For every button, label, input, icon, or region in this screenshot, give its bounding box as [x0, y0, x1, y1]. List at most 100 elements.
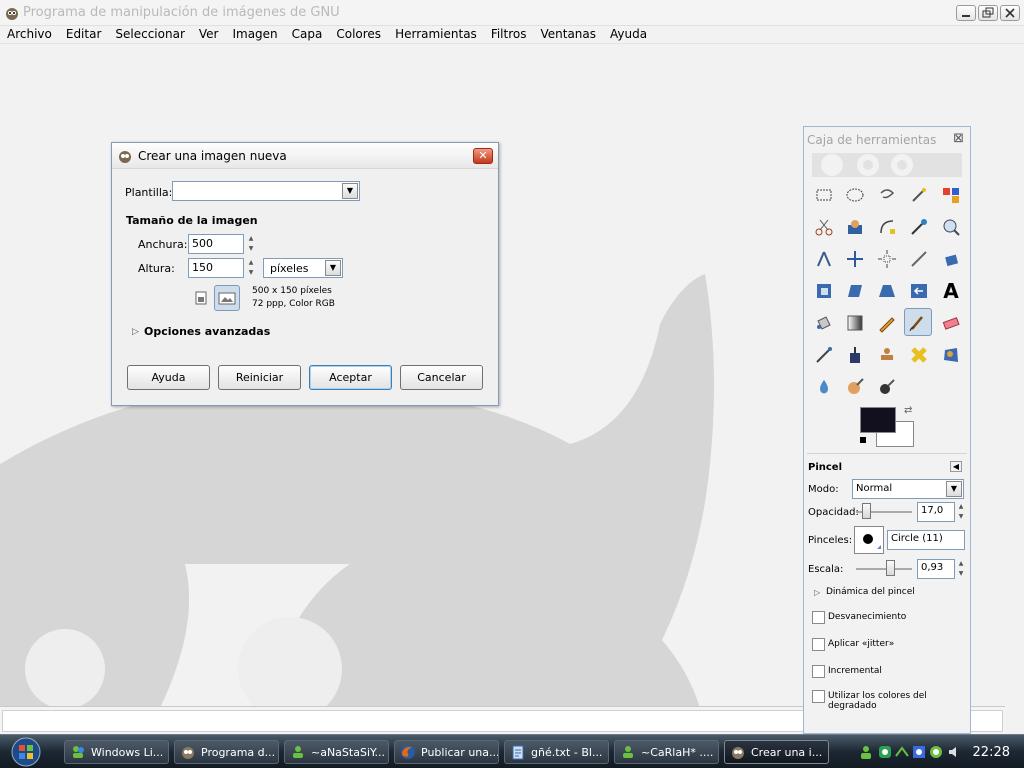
taskbar-item-chat-anastasiy[interactable]: ~aNaStaSiY...	[284, 740, 389, 764]
clone-tool[interactable]	[873, 341, 901, 369]
rect-select-tool[interactable]	[810, 181, 838, 209]
scale-tool[interactable]	[810, 277, 838, 305]
move-tool[interactable]	[841, 245, 869, 273]
jitter-checkbox[interactable]	[812, 638, 825, 651]
chevron-down-icon[interactable]: ▼	[325, 260, 341, 276]
blur-tool[interactable]	[810, 373, 838, 401]
pencil-tool[interactable]	[873, 309, 901, 337]
spin-down-icon[interactable]: ▼	[246, 244, 256, 254]
spin-down-icon[interactable]: ▼	[956, 569, 966, 579]
close-window-button[interactable]	[1000, 5, 1020, 21]
heal-tool[interactable]	[905, 341, 933, 369]
status-tray-icon[interactable]	[928, 744, 944, 760]
crop-tool[interactable]	[905, 245, 933, 273]
align-tool[interactable]	[873, 245, 901, 273]
dialog-close-button[interactable]: ✕	[473, 148, 493, 164]
scissors-select-tool[interactable]	[810, 213, 838, 241]
menu-editar[interactable]: Editar	[59, 26, 109, 43]
ellipse-select-tool[interactable]	[841, 181, 869, 209]
rotate-tool[interactable]	[937, 245, 965, 273]
scale-input[interactable]: 0,93	[917, 559, 955, 579]
cancel-button[interactable]: Cancelar	[400, 365, 483, 390]
menu-archivo[interactable]: Archivo	[0, 26, 59, 43]
spin-up-icon[interactable]: ▲	[246, 258, 256, 268]
brush-preview-button[interactable]	[854, 526, 884, 554]
network-tray-icon[interactable]	[877, 744, 893, 760]
tool-options-menu-icon[interactable]: ◀	[949, 461, 962, 472]
maximize-button[interactable]	[978, 5, 998, 21]
perspective-clone-tool[interactable]	[937, 341, 965, 369]
menu-imagen[interactable]: Imagen	[225, 26, 284, 43]
security-tray-icon[interactable]	[911, 744, 927, 760]
chevron-down-icon[interactable]: ▼	[946, 481, 962, 497]
start-button[interactable]	[6, 737, 46, 767]
height-spinner[interactable]: ▲ ▼	[246, 258, 256, 278]
default-colors-icon[interactable]	[860, 437, 866, 443]
menu-colores[interactable]: Colores	[329, 26, 388, 43]
expander-arrow-icon[interactable]: ▷	[814, 588, 820, 597]
taskbar-item-firefox[interactable]: Publicar una...	[394, 740, 499, 764]
opacity-spinner[interactable]: ▲ ▼	[956, 502, 966, 522]
menu-filtros[interactable]: Filtros	[484, 26, 534, 43]
bucket-fill-tool[interactable]	[810, 309, 838, 337]
taskbar-item-chat-carlah[interactable]: ~CaRlaH* ....	[614, 740, 719, 764]
mode-select[interactable]: Normal ▼	[852, 479, 964, 499]
foreground-color-swatch-front[interactable]	[860, 407, 896, 433]
opacity-input[interactable]: 17,0	[917, 502, 955, 522]
scale-slider-handle[interactable]	[886, 560, 895, 576]
volume-tray-icon[interactable]	[946, 744, 962, 760]
advanced-options-expander[interactable]: Opciones avanzadas	[144, 325, 270, 338]
dodge-burn-tool[interactable]	[873, 373, 901, 401]
spin-down-icon[interactable]: ▼	[956, 512, 966, 522]
spin-down-icon[interactable]: ▼	[246, 268, 256, 278]
eraser-tool[interactable]	[937, 309, 965, 337]
width-spinner[interactable]: ▲ ▼	[246, 234, 256, 254]
menu-ayuda[interactable]: Ayuda	[603, 26, 654, 43]
fade-checkbox[interactable]	[812, 611, 825, 624]
airbrush-tool[interactable]	[810, 341, 838, 369]
fuzzy-select-tool[interactable]	[905, 181, 933, 209]
menu-ver[interactable]: Ver	[192, 26, 226, 43]
blend-tool[interactable]	[841, 309, 869, 337]
ink-tool[interactable]	[841, 341, 869, 369]
menu-ventanas[interactable]: Ventanas	[533, 26, 603, 43]
taskbar-item-messenger[interactable]: Windows Li...	[64, 740, 169, 764]
opacity-slider-handle[interactable]	[862, 503, 871, 519]
spin-up-icon[interactable]: ▲	[956, 559, 966, 569]
scale-spinner[interactable]: ▲ ▼	[956, 559, 966, 579]
landscape-button[interactable]	[214, 285, 240, 311]
measure-tool[interactable]	[810, 245, 838, 273]
text-tool[interactable]: A	[937, 277, 965, 305]
flip-tool[interactable]	[905, 277, 933, 305]
menu-capa[interactable]: Capa	[285, 26, 330, 43]
connection-tray-icon[interactable]	[894, 744, 910, 760]
color-picker-tool[interactable]	[905, 213, 933, 241]
taskbar-item-new-image[interactable]: Crear una i...	[724, 740, 829, 764]
spin-up-icon[interactable]: ▲	[246, 234, 256, 244]
select-by-color-tool[interactable]	[937, 181, 965, 209]
portrait-button[interactable]	[192, 288, 210, 308]
reset-button[interactable]: Reiniciar	[218, 365, 301, 390]
messenger-tray-icon[interactable]	[858, 744, 874, 760]
taskbar-item-notepad[interactable]: gñé.txt - Bl...	[504, 740, 609, 764]
taskbar-item-gimp[interactable]: Programa d...	[174, 740, 279, 764]
ok-button[interactable]: Aceptar	[309, 365, 392, 390]
foreground-select-tool[interactable]	[841, 213, 869, 241]
shear-tool[interactable]	[841, 277, 869, 305]
paths-tool[interactable]	[873, 213, 901, 241]
menu-seleccionar[interactable]: Seleccionar	[108, 26, 191, 43]
minimize-button[interactable]	[956, 5, 976, 21]
gradient-colors-checkbox[interactable]	[812, 690, 825, 703]
width-input[interactable]: 500	[188, 234, 244, 254]
paintbrush-tool[interactable]	[904, 308, 932, 336]
unit-select[interactable]: píxeles ▼	[263, 258, 343, 278]
scale-slider-track[interactable]	[856, 568, 912, 570]
incremental-checkbox[interactable]	[812, 665, 825, 678]
perspective-tool[interactable]	[873, 277, 901, 305]
free-select-tool[interactable]	[873, 181, 901, 209]
smudge-tool[interactable]	[841, 373, 869, 401]
menu-herramientas[interactable]: Herramientas	[388, 26, 484, 43]
expander-arrow-icon[interactable]: ▷	[132, 327, 139, 337]
zoom-tool[interactable]	[937, 213, 965, 241]
vertical-scroll-area[interactable]	[1005, 44, 1024, 734]
